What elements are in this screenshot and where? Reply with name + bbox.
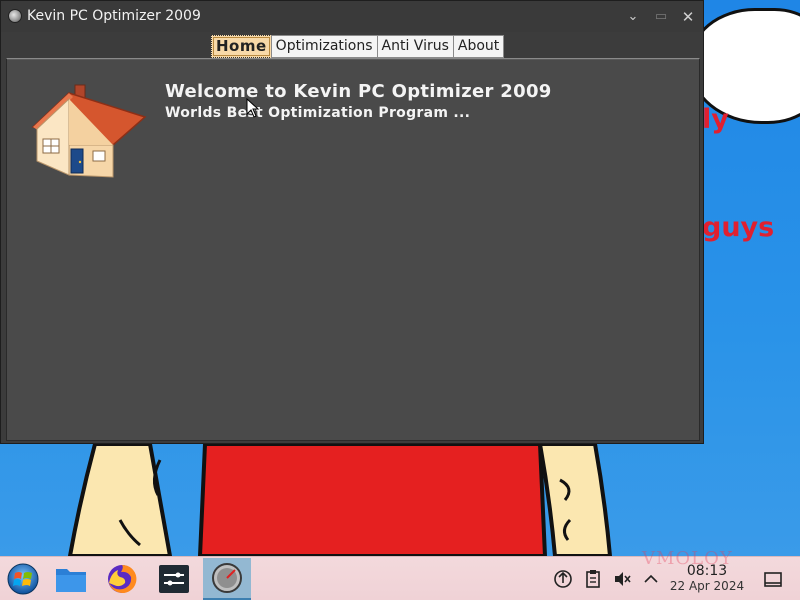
file-manager-button[interactable]: [50, 558, 92, 600]
settings-button[interactable]: [153, 558, 195, 600]
firefox-icon: [108, 564, 137, 593]
close-button[interactable]: ✕: [680, 9, 696, 25]
folder-icon: [56, 569, 86, 592]
window-titlebar[interactable]: Kevin PC Optimizer 2009 ⌄ ▭ ✕: [1, 1, 703, 32]
network-icon[interactable]: [553, 569, 573, 589]
app-orb-icon: [212, 563, 242, 593]
welcome-heading: Welcome to Kevin PC Optimizer 2009: [165, 81, 552, 102]
house-icon: [31, 84, 147, 178]
tab-home[interactable]: Home: [211, 35, 272, 58]
home-panel: Welcome to Kevin PC Optimizer 2009 World…: [6, 58, 700, 441]
welcome-subheading: Worlds Best Optimization Program ...: [165, 105, 471, 121]
windows-orb-icon: [7, 563, 39, 595]
kevin-optimizer-taskbar-button[interactable]: [203, 558, 251, 600]
app-orb-icon[interactable]: [8, 9, 22, 23]
firefox-button[interactable]: [101, 558, 143, 600]
show-desktop-icon[interactable]: [763, 569, 783, 589]
sliders-icon: [159, 565, 189, 593]
clipboard-icon[interactable]: [583, 569, 603, 589]
volume-muted-icon[interactable]: [612, 569, 632, 589]
mouse-cursor-icon: [246, 98, 260, 118]
speech-bubble-line2: guys: [702, 212, 775, 243]
speech-bubble-text: ly guys: [702, 30, 800, 318]
start-menu-button[interactable]: [2, 558, 44, 600]
minimize-button[interactable]: ⌄: [625, 9, 641, 25]
clock-date[interactable]: 22 Apr 2024: [666, 579, 748, 593]
window-title: Kevin PC Optimizer 2009: [27, 8, 201, 24]
tab-bar: Home Optimizations Anti Virus About: [211, 35, 505, 58]
tab-optimizations[interactable]: Optimizations: [270, 35, 378, 58]
tab-anti-virus[interactable]: Anti Virus: [376, 35, 454, 58]
clock-time[interactable]: 08:13: [672, 563, 742, 579]
maximize-button[interactable]: ▭: [653, 9, 669, 25]
speech-bubble-line1: ly: [702, 104, 729, 135]
tab-about[interactable]: About: [452, 35, 505, 58]
app-window: Kevin PC Optimizer 2009 ⌄ ▭ ✕ Home Optim…: [0, 0, 704, 444]
chevron-up-icon[interactable]: [641, 569, 661, 589]
